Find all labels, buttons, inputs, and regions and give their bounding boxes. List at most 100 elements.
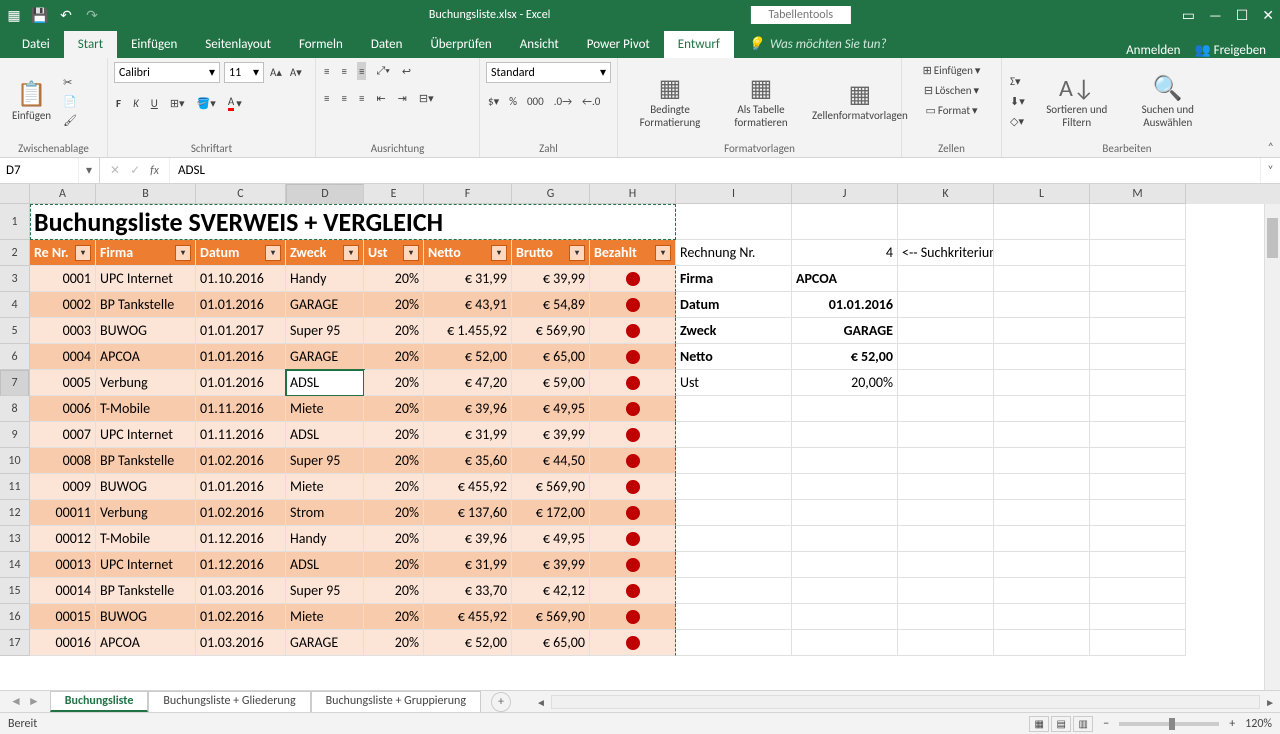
cell-zweck[interactable]: ADSL (286, 422, 364, 448)
cell-renr[interactable]: 00016 (30, 630, 96, 656)
lookup-val[interactable]: APCOA (792, 266, 898, 292)
select-all-corner[interactable] (0, 184, 30, 204)
sheet-tab[interactable]: Buchungsliste (50, 691, 149, 712)
cell-ust[interactable]: 20% (364, 292, 424, 318)
row-header[interactable]: 12 (0, 500, 29, 526)
cell[interactable] (792, 604, 898, 630)
lookup-val[interactable]: 20,00% (792, 370, 898, 396)
lookup-val[interactable]: 01.01.2016 (792, 292, 898, 318)
font-color-icon[interactable]: A▾ (226, 93, 244, 113)
cell-firma[interactable]: UPC Internet (96, 266, 196, 292)
cell-datum[interactable]: 01.11.2016 (196, 422, 286, 448)
lookup-key[interactable]: Zweck (676, 318, 792, 344)
cell[interactable] (1090, 500, 1186, 526)
table-header[interactable]: Netto▾ (424, 240, 512, 266)
cell-netto[interactable]: € 31,99 (424, 266, 512, 292)
cell-bezahlt[interactable] (590, 344, 676, 370)
cell[interactable] (898, 204, 994, 240)
column-header-G[interactable]: G (512, 184, 590, 204)
cell[interactable] (676, 526, 792, 552)
cell[interactable] (1090, 448, 1186, 474)
filter-icon[interactable]: ▾ (265, 245, 281, 261)
sheet-nav-prev-icon[interactable]: ◄ (10, 694, 22, 709)
lookup-value[interactable]: 4 (792, 240, 898, 266)
cell-bezahlt[interactable] (590, 604, 676, 630)
cell-renr[interactable]: 0007 (30, 422, 96, 448)
cell[interactable] (792, 500, 898, 526)
filter-icon[interactable]: ▾ (75, 245, 91, 261)
row-header[interactable]: 4 (0, 292, 29, 318)
cell-datum[interactable]: 01.02.2016 (196, 500, 286, 526)
cell-netto[interactable]: € 35,60 (424, 448, 512, 474)
cell-styles-button[interactable]: ▦Zellenformatvorlagen (806, 78, 914, 124)
table-header[interactable]: Firma▾ (96, 240, 196, 266)
cell-zweck[interactable]: Super 95 (286, 448, 364, 474)
cell-brutto[interactable]: € 65,00 (512, 630, 590, 656)
align-center-icon[interactable]: ≡ (339, 90, 348, 107)
table-header[interactable]: Bezahlt▾ (590, 240, 676, 266)
number-format-select[interactable]: Standard▾ (486, 62, 611, 83)
cell[interactable] (994, 552, 1090, 578)
inc-decimal-icon[interactable]: .0→ (552, 93, 574, 110)
filter-icon[interactable]: ▾ (403, 245, 419, 261)
cell-renr[interactable]: 0004 (30, 344, 96, 370)
filter-icon[interactable]: ▾ (343, 245, 359, 261)
lookup-key[interactable]: Datum (676, 292, 792, 318)
insert-cells-button[interactable]: ⊞ Einfügen ▾ (921, 62, 983, 79)
sheet-tab[interactable]: Buchungsliste + Gruppierung (311, 691, 481, 712)
cell[interactable] (676, 422, 792, 448)
cell-netto[interactable]: € 33,70 (424, 578, 512, 604)
cell-firma[interactable]: BUWOG (96, 318, 196, 344)
cell[interactable] (792, 630, 898, 656)
cell-netto[interactable]: € 137,60 (424, 500, 512, 526)
cell-brutto[interactable]: € 569,90 (512, 474, 590, 500)
column-header-K[interactable]: K (898, 184, 994, 204)
cell-firma[interactable]: Verbung (96, 500, 196, 526)
cell-firma[interactable]: UPC Internet (96, 552, 196, 578)
borders-icon[interactable]: ⊞▾ (168, 93, 187, 113)
cell-datum[interactable]: 01.02.2016 (196, 604, 286, 630)
cell-zweck[interactable]: ADSL (286, 552, 364, 578)
cell-firma[interactable]: BUWOG (96, 474, 196, 500)
cell-renr[interactable]: 00015 (30, 604, 96, 630)
cell[interactable] (898, 370, 994, 396)
format-cells-button[interactable]: ▭ Format ▾ (923, 102, 979, 119)
cell-firma[interactable]: UPC Internet (96, 422, 196, 448)
cell-brutto[interactable]: € 39,99 (512, 552, 590, 578)
cell-firma[interactable]: BP Tankstelle (96, 292, 196, 318)
cell[interactable] (994, 396, 1090, 422)
cell[interactable] (1090, 266, 1186, 292)
column-header-F[interactable]: F (424, 184, 512, 204)
cell-ust[interactable]: 20% (364, 344, 424, 370)
row-header[interactable]: 6 (0, 344, 29, 370)
lookup-key[interactable]: Firma (676, 266, 792, 292)
cell-firma[interactable]: BUWOG (96, 604, 196, 630)
conditional-formatting-button[interactable]: ▦Bedingte Formatierung (624, 72, 716, 131)
column-header-H[interactable]: H (590, 184, 676, 204)
cell-ust[interactable]: 20% (364, 422, 424, 448)
ribbon-options-icon[interactable]: ▭ (1182, 7, 1195, 24)
tab-review[interactable]: Überprüfen (416, 31, 505, 58)
cell[interactable] (1090, 396, 1186, 422)
cell-ust[interactable]: 20% (364, 318, 424, 344)
cell-zweck[interactable]: Super 95 (286, 318, 364, 344)
cell[interactable] (994, 448, 1090, 474)
cell-brutto[interactable]: € 49,95 (512, 526, 590, 552)
tab-formulas[interactable]: Formeln (285, 31, 357, 58)
orientation-icon[interactable]: ⤢▾ (374, 62, 391, 80)
cell-zweck[interactable]: GARAGE (286, 292, 364, 318)
expand-formula-icon[interactable]: ˅ (1260, 158, 1280, 183)
cell[interactable] (1090, 370, 1186, 396)
cell-bezahlt[interactable] (590, 266, 676, 292)
cell[interactable] (792, 578, 898, 604)
cell-netto[interactable]: € 39,96 (424, 396, 512, 422)
cell-brutto[interactable]: € 44,50 (512, 448, 590, 474)
cell-ust[interactable]: 20% (364, 370, 424, 396)
cell[interactable] (792, 474, 898, 500)
fill-icon[interactable]: ⬇▾ (1008, 93, 1027, 110)
cell[interactable] (1090, 422, 1186, 448)
cell[interactable] (898, 396, 994, 422)
lookup-val[interactable]: € 52,00 (792, 344, 898, 370)
redo-icon[interactable]: ↷ (84, 7, 100, 23)
vertical-scrollbar[interactable] (1264, 204, 1280, 690)
